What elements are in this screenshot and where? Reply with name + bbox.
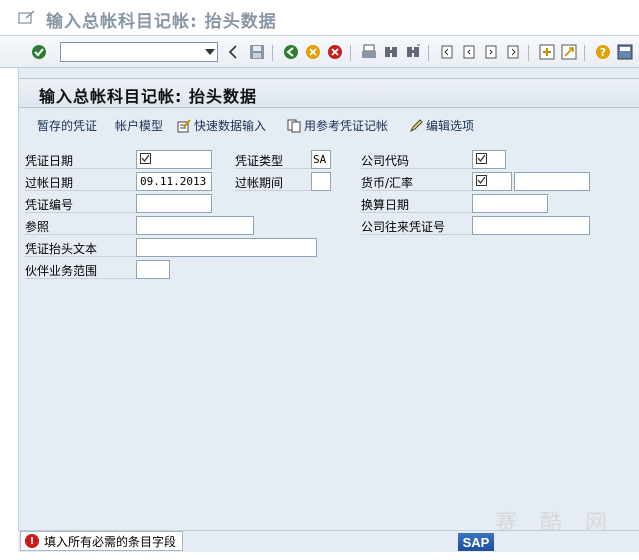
- title-bar: 输入总帐科目记帐: 抬头数据: [0, 0, 639, 36]
- error-icon: !: [25, 534, 39, 548]
- posting-date-label: 过帐日期: [25, 176, 74, 190]
- back-icon[interactable]: [282, 43, 300, 61]
- translation-date-field[interactable]: [472, 194, 548, 213]
- cross-cc-number-field[interactable]: [472, 216, 590, 235]
- required-check-icon: [476, 153, 487, 164]
- park-document-button[interactable]: 暂存的凭证: [37, 117, 97, 134]
- application-toolbar: 暂存的凭证 帐户模型 快速数据输入 用参考凭证记帐 编辑选项: [19, 110, 639, 138]
- back-nav-icon[interactable]: [224, 43, 242, 61]
- account-model-button[interactable]: 帐户模型: [115, 117, 163, 134]
- posting-date-field[interactable]: 09.11.2013: [136, 172, 212, 191]
- help-icon[interactable]: ?: [594, 43, 612, 61]
- label-underline: [361, 212, 473, 213]
- create-session-icon[interactable]: [538, 43, 556, 61]
- fast-data-entry-button[interactable]: 快速数据输入: [177, 117, 266, 134]
- editing-options-label: 编辑选项: [426, 119, 475, 133]
- toolbar-separator: [584, 45, 585, 61]
- label-underline: [361, 190, 473, 191]
- required-check-icon: [476, 175, 487, 186]
- chevron-down-icon[interactable]: [205, 49, 215, 55]
- exchange-rate-field[interactable]: [514, 172, 590, 191]
- required-check-icon: [140, 153, 151, 164]
- sap-logo: SAP: [458, 533, 494, 551]
- label-underline: [25, 256, 137, 257]
- page-title: 输入总帐科目记帐: 抬头数据: [39, 87, 257, 106]
- doc-number-field[interactable]: [136, 194, 212, 213]
- status-message-text: 填入所有必需的条目字段: [44, 534, 177, 549]
- period-field[interactable]: [311, 172, 331, 191]
- fast-data-entry-label: 快速数据输入: [194, 119, 267, 133]
- translation-date-label: 换算日期: [361, 198, 410, 212]
- header-data-form: 凭证日期 过帐日期 09.11.2013 凭证编号 参照 凭证抬头文本 伙伴业务…: [19, 146, 639, 286]
- company-code-field[interactable]: [472, 150, 506, 169]
- editing-options-button[interactable]: 编辑选项: [409, 117, 474, 134]
- currency-rate-label: 货币/汇率: [361, 176, 414, 190]
- label-underline: [25, 234, 137, 235]
- label-underline: [235, 190, 311, 191]
- standard-toolbar: ?: [0, 36, 639, 68]
- label-underline: [235, 168, 311, 169]
- status-message[interactable]: ! 填入所有必需的条目字段: [20, 531, 184, 551]
- doc-date-field[interactable]: [136, 150, 212, 169]
- toolbar-separator: [272, 45, 273, 61]
- doc-type-label: 凭证类型: [235, 154, 284, 168]
- document-edit-icon: [18, 10, 35, 24]
- toolbar-separator: [528, 45, 529, 61]
- pencil-icon: [409, 118, 423, 132]
- exit-icon[interactable]: [304, 43, 322, 61]
- last-page-icon[interactable]: [504, 43, 522, 61]
- screen-header: 输入总帐科目记帐: 抬头数据: [19, 78, 639, 108]
- header-text-label: 凭证抬头文本: [25, 242, 98, 256]
- label-underline: [25, 212, 137, 213]
- cross-cc-number-label: 公司往来凭证号: [361, 220, 446, 234]
- previous-page-icon[interactable]: [460, 43, 478, 61]
- label-underline: [361, 168, 473, 169]
- period-label: 过帐期间: [235, 176, 284, 190]
- find-icon[interactable]: [382, 43, 400, 61]
- label-underline: [25, 278, 137, 279]
- enter-icon[interactable]: [30, 43, 48, 61]
- trading-partner-label: 伙伴业务范围: [25, 264, 98, 278]
- post-with-reference-label: 用参考凭证记帐: [304, 119, 389, 133]
- customize-layout-icon[interactable]: [616, 43, 634, 61]
- window-title: 输入总帐科目记帐: 抬头数据: [46, 12, 277, 32]
- label-underline: [25, 168, 137, 169]
- cancel-icon[interactable]: [326, 43, 344, 61]
- next-page-icon[interactable]: [482, 43, 500, 61]
- print-icon[interactable]: [360, 43, 378, 61]
- svg-text:?: ?: [600, 46, 606, 59]
- toolbar-separator: [428, 45, 429, 61]
- label-underline: [25, 190, 137, 191]
- currency-field[interactable]: [472, 172, 512, 191]
- left-margin: [0, 68, 18, 560]
- account-model-label: 帐户模型: [115, 119, 164, 133]
- doc-date-label: 凭证日期: [25, 154, 74, 168]
- main-panel: 输入总帐科目记帐: 抬头数据 暂存的凭证 帐户模型 快速数据输入 用参考凭证记帐…: [18, 68, 639, 548]
- post-with-reference-button[interactable]: 用参考凭证记帐: [287, 117, 388, 134]
- pencil-list-icon: [177, 118, 191, 132]
- first-page-icon[interactable]: [438, 43, 456, 61]
- company-code-label: 公司代码: [361, 154, 410, 168]
- label-underline: [361, 234, 473, 235]
- find-next-icon[interactable]: [404, 43, 422, 61]
- reference-field[interactable]: [136, 216, 254, 235]
- status-bar: ! 填入所有必需的条目字段 SAP: [18, 530, 639, 552]
- reference-label: 参照: [25, 220, 50, 234]
- header-text-field[interactable]: [136, 238, 317, 257]
- park-document-label: 暂存的凭证: [37, 119, 98, 133]
- shortcut-icon[interactable]: [560, 43, 578, 61]
- trading-partner-field[interactable]: [136, 260, 170, 279]
- toolbar-separator: [350, 45, 351, 61]
- command-field[interactable]: [60, 42, 218, 62]
- copy-document-icon: [287, 119, 301, 132]
- doc-number-label: 凭证编号: [25, 198, 74, 212]
- doc-type-field[interactable]: SA: [311, 150, 331, 169]
- save-icon[interactable]: [248, 43, 266, 61]
